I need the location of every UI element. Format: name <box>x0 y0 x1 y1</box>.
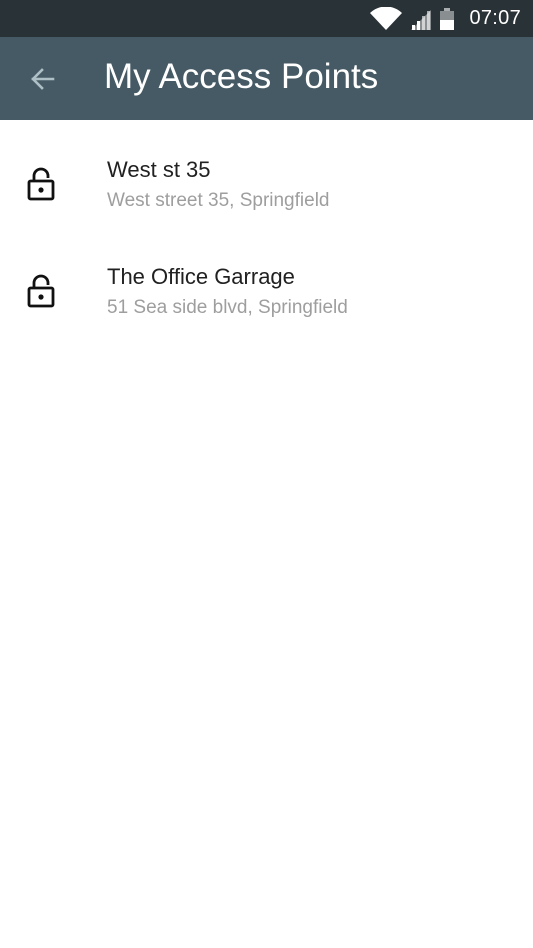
wifi-icon <box>370 6 403 30</box>
access-point-name: The Office Garrage <box>107 264 295 289</box>
lock-icon <box>27 274 55 308</box>
status-icons <box>369 6 455 31</box>
access-point-address: West street 35, Springfield <box>107 190 330 211</box>
access-point-address: 51 Sea side blvd, Springfield <box>107 297 348 318</box>
battery-icon <box>440 7 455 30</box>
list-item[interactable]: West st 35 West street 35, Springfield <box>0 120 533 227</box>
page-title: My Access Points <box>104 57 379 96</box>
lock-icon <box>27 167 55 201</box>
status-time: 07:07 <box>469 7 521 29</box>
app-bar: My Access Points <box>0 37 533 120</box>
access-point-list: West st 35 West street 35, Springfield T… <box>0 120 533 334</box>
list-item[interactable]: The Office Garrage 51 Sea side blvd, Spr… <box>0 227 533 334</box>
signal-icon <box>411 9 432 30</box>
back-button[interactable] <box>22 61 62 97</box>
status-bar: 07:07 <box>0 0 533 37</box>
access-point-name: West st 35 <box>107 157 211 182</box>
arrow-back-icon <box>31 68 55 90</box>
